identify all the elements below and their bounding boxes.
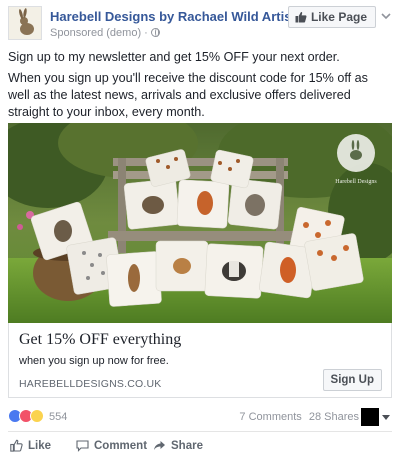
thumbs-up-icon: [10, 439, 23, 452]
like-label: Like: [28, 439, 52, 452]
globe-icon: [150, 28, 160, 37]
reaction-count[interactable]: 554: [49, 411, 67, 423]
comments-shares: 7 Comments 28 Shares: [239, 411, 359, 423]
ad-image[interactable]: Harebell Designs: [8, 123, 392, 323]
share-label: Share: [171, 439, 203, 452]
post-meta: Sponsored (demo) ·: [50, 27, 160, 39]
post-text-line: Sign up to my newsletter and get 15% OFF…: [8, 50, 340, 64]
divider: [8, 431, 392, 432]
chevron-down-icon[interactable]: [380, 10, 392, 22]
ad-link-box[interactable]: Get 15% OFF everything when you sign up …: [8, 323, 392, 398]
comments-count-link[interactable]: 7 Comments: [239, 411, 301, 423]
post-header: Harebell Designs by Rachael Wild Artist …: [8, 6, 392, 42]
brand-mark-text: Harebell Designs: [335, 179, 377, 185]
caret-down-icon[interactable]: [382, 415, 390, 420]
share-button[interactable]: Share: [153, 439, 203, 452]
page-name-link[interactable]: Harebell Designs by Rachael Wild Artist: [50, 9, 296, 24]
shares-count-link[interactable]: 28 Shares: [309, 411, 359, 423]
action-bar: Like Comment Share: [8, 436, 392, 456]
ad-description: when you sign up now for free.: [19, 355, 169, 367]
wow-reaction-icon: [30, 409, 44, 423]
like-button[interactable]: Like: [10, 439, 51, 452]
comment-icon: [76, 440, 89, 452]
ad-headline[interactable]: Get 15% OFF everything: [19, 331, 181, 349]
thumbs-up-icon: [295, 11, 307, 23]
comment-label: Comment: [94, 439, 148, 452]
share-arrow-icon: [154, 441, 165, 450]
like-page-label: Like Page: [310, 10, 367, 24]
reaction-icons[interactable]: [8, 409, 44, 423]
post-text-line: When you sign up you'll receive the disc…: [8, 71, 368, 119]
post-message: Sign up to my newsletter and get 15% OFF…: [8, 49, 392, 125]
page-avatar[interactable]: [8, 6, 42, 40]
viewer-avatar[interactable]: [361, 408, 379, 426]
like-page-button[interactable]: Like Page: [287, 6, 376, 28]
ad-domain: HAREBELLDESIGNS.CO.UK: [19, 378, 162, 390]
hare-logo-icon: [9, 7, 41, 39]
sign-up-button[interactable]: Sign Up: [322, 369, 382, 391]
cushions-photo: Harebell Designs: [8, 123, 392, 323]
comment-button[interactable]: Comment: [76, 439, 147, 452]
sponsored-label[interactable]: Sponsored (demo): [50, 27, 141, 39]
meta-separator: ·: [144, 27, 148, 39]
reactions-bar: 554 7 Comments 28 Shares: [8, 406, 392, 428]
